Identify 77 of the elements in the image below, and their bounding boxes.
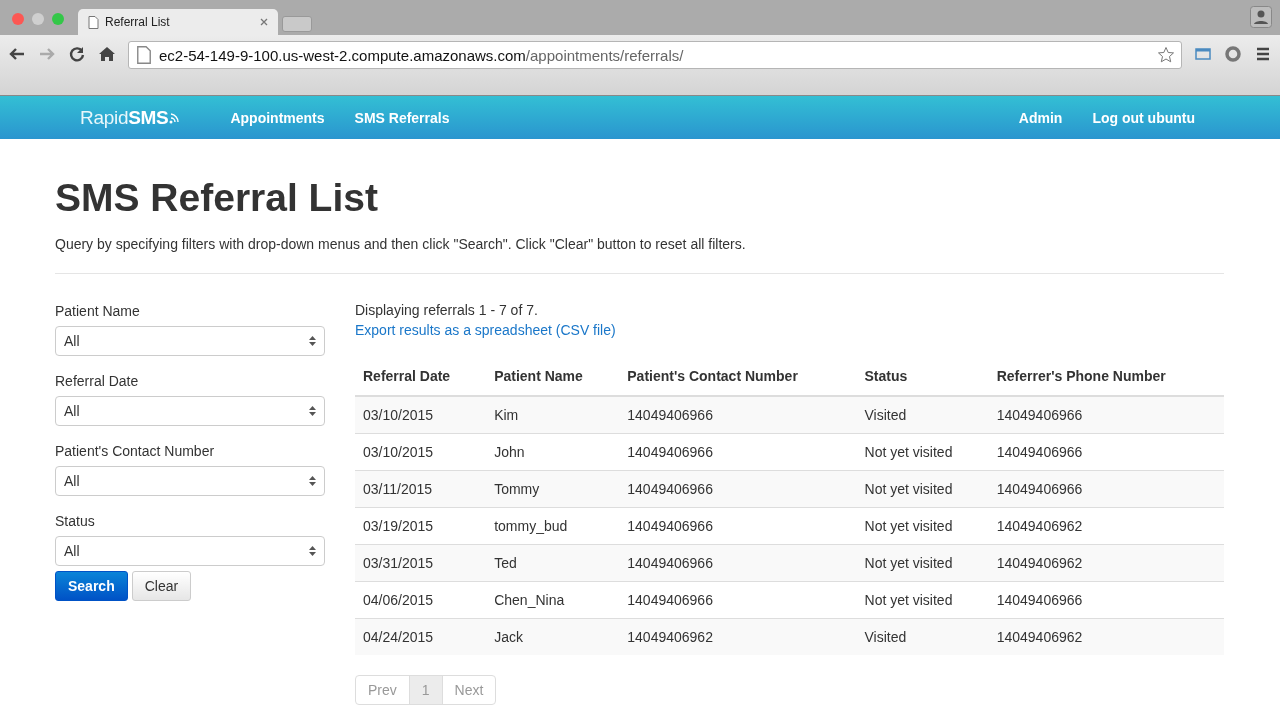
column-header: Status [856, 357, 989, 396]
table-cell: Ted [486, 544, 620, 582]
table-cell: 14049406966 [619, 581, 857, 619]
table-cell: 03/10/2015 [355, 433, 487, 471]
browser-tab[interactable]: Referral List [78, 9, 278, 35]
table-cell: 14049406966 [988, 581, 1224, 619]
reload-icon[interactable] [68, 45, 86, 63]
clear-button[interactable]: Clear [131, 570, 192, 601]
home-icon[interactable] [98, 45, 116, 63]
table-cell: John [486, 433, 620, 471]
up-down-caret-icon [309, 474, 316, 487]
table-cell: 03/19/2015 [355, 507, 487, 545]
up-down-caret-icon [309, 334, 316, 347]
table-cell: 03/10/2015 [355, 395, 487, 434]
export-link[interactable]: Export results as a spreadsheet (CSV file) [355, 321, 616, 338]
table-cell: Not yet visited [856, 433, 989, 471]
dropdown-field[interactable]: All [55, 535, 325, 566]
table-cell: 14049406962 [988, 544, 1224, 582]
table-cell: Chen_Nina [486, 581, 620, 619]
table-cell: 14049406966 [619, 544, 857, 582]
address-bar[interactable]: ec2-54-149-9-100.us-west-2.compute.amazonaws.com/appointments/referrals/ [128, 41, 1182, 69]
dropdown-field[interactable]: All [55, 465, 325, 496]
page-icon [135, 46, 153, 64]
profile-icon[interactable] [1250, 6, 1272, 28]
nav-link[interactable]: Log out ubuntu [1077, 109, 1210, 126]
column-header: Referral Date [355, 357, 487, 396]
table-cell: 14049406966 [619, 433, 857, 471]
star-icon[interactable] [1157, 46, 1175, 64]
results-summary: Displaying referrals 1 - 7 of 7. [355, 300, 539, 320]
dropdown-field[interactable]: All [55, 395, 325, 426]
table-cell: 03/31/2015 [355, 544, 487, 582]
table-cell: 04/06/2015 [355, 581, 487, 619]
page-icon [88, 15, 99, 29]
close-tab-icon[interactable] [260, 18, 268, 26]
url-text: ec2-54-149-9-100.us-west-2.compute.amazonaws.com/appointments/referrals/ [159, 46, 685, 64]
table-cell: 14049406966 [619, 507, 857, 545]
table-cell: 14049406966 [619, 470, 857, 508]
screen-icon[interactable] [1194, 45, 1212, 63]
column-header: Referrer's Phone Number [988, 357, 1224, 396]
table-cell: 14049406966 [988, 395, 1224, 434]
table-cell: 14049406966 [619, 395, 857, 434]
table-cell: Not yet visited [856, 507, 989, 545]
column-header: Patient Name [486, 357, 620, 396]
table-cell: Visited [856, 618, 989, 655]
dropdown-field[interactable]: All [55, 325, 325, 356]
up-down-caret-icon [309, 544, 316, 557]
nav-link[interactable]: Appointments [215, 109, 340, 126]
table-cell: Not yet visited [856, 470, 989, 508]
table-cell: 14049406966 [988, 470, 1224, 508]
nav-link[interactable]: SMS Referrals [339, 109, 465, 126]
table-cell: tommy_bud [486, 507, 620, 545]
table-cell: Visited [856, 395, 989, 434]
table-cell: Not yet visited [856, 581, 989, 619]
menu-icon[interactable] [1254, 45, 1272, 63]
table-cell: 04/24/2015 [355, 618, 487, 655]
description-text: Query by specifying filters with drop-down menus and then click "Search". Click "Clear" button to reset all filters. [55, 234, 747, 254]
field-label: Status [55, 511, 96, 531]
field-label: Referral Date [55, 371, 140, 391]
table-cell: 14049406962 [619, 618, 857, 655]
up-down-caret-icon [309, 404, 316, 417]
table-cell: Not yet visited [856, 544, 989, 582]
field-label: Patient Name [55, 301, 141, 321]
signal-waves-icon [169, 110, 180, 125]
ring-icon[interactable] [1224, 45, 1242, 63]
column-header: Patient's Contact Number [619, 357, 857, 396]
table-cell: 14049406962 [988, 618, 1224, 655]
search-button[interactable]: Search [55, 570, 128, 601]
table-cell: 14049406962 [988, 507, 1224, 545]
table-cell: Tommy [486, 470, 620, 508]
table-cell: Kim [486, 395, 620, 434]
field-label: Patient's Contact Number [55, 441, 216, 461]
logo-text[interactable]: RapidSMS [80, 106, 169, 129]
table-cell: 14049406966 [988, 433, 1224, 471]
page-title: SMS Referral List [55, 175, 379, 221]
table-cell: 03/11/2015 [355, 470, 487, 508]
nav-link[interactable]: Admin [1003, 109, 1078, 126]
table-cell: Jack [486, 618, 620, 655]
